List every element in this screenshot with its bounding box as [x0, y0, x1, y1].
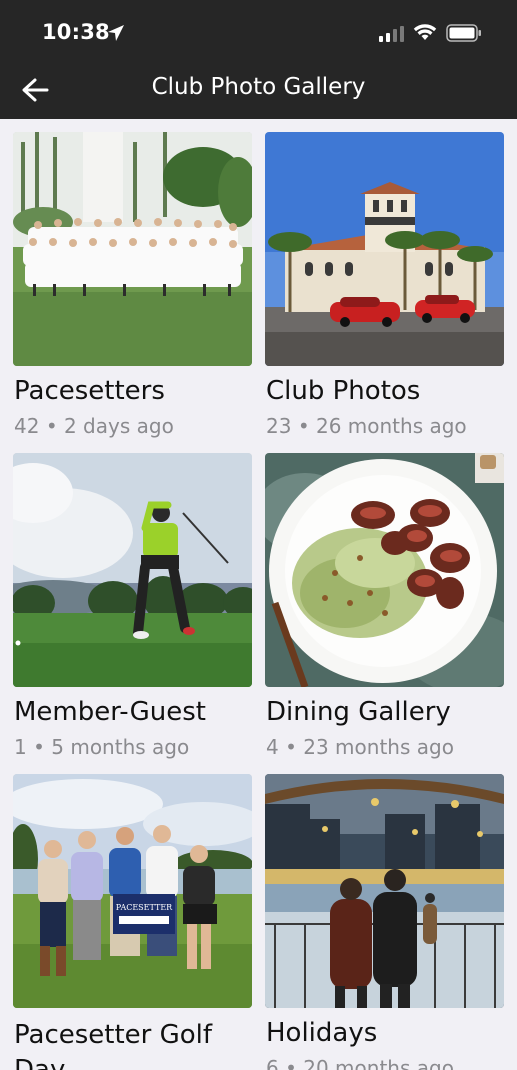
album-thumbnail [13, 132, 252, 366]
album-updated: 20 months ago [303, 1056, 454, 1070]
album-meta: 23 • 26 months ago [266, 414, 467, 438]
photo-count: 23 [266, 414, 292, 438]
photo-count: 42 [14, 414, 40, 438]
album-title: Club Photos [266, 376, 421, 406]
album-updated: 2 days ago [63, 414, 174, 438]
meta-separator: • [45, 414, 58, 438]
album-title: Member-Guest [14, 697, 206, 727]
golf-group-photo-image: PACESETTER [13, 774, 252, 1008]
golfer-swing-image [13, 453, 252, 687]
album-thumbnail: PACESETTER [13, 774, 252, 1008]
album-updated: 26 months ago [315, 414, 467, 438]
photo-count: 6 [266, 1056, 279, 1070]
album-meta: 42 • 2 days ago [14, 414, 174, 438]
meta-separator: • [297, 414, 310, 438]
banner-text: PACESETTER [116, 903, 173, 912]
album-title: Holidays [266, 1018, 378, 1048]
album-meta: 6 • 20 months ago [266, 1056, 454, 1070]
album-updated: 5 months ago [51, 735, 190, 759]
album-grid: Pacesetters 42 • 2 days ago Club Photos … [0, 119, 517, 1070]
photo-count: 4 [266, 735, 279, 759]
album-thumbnail [265, 132, 504, 366]
meta-separator: • [285, 1056, 297, 1070]
album-title: Pacesetters [14, 376, 165, 406]
album-thumbnail [265, 453, 504, 687]
group-photo-image [13, 132, 252, 366]
top-bar: 10:38 Club Photo Gallery [0, 0, 517, 119]
status-time: 10:38 [42, 20, 110, 44]
location-arrow-icon [108, 25, 124, 41]
album-updated: 23 months ago [303, 735, 454, 759]
album-title: Pacesetter Golf Day [14, 1020, 213, 1070]
clubhouse-photo-image [265, 132, 504, 366]
steak-salad-image [265, 453, 504, 687]
photo-count: 1 [14, 735, 27, 759]
album-meta: 4 • 23 months ago [266, 735, 454, 759]
wifi-icon [413, 24, 437, 40]
page-title: Club Photo Gallery [151, 74, 366, 100]
album-thumbnail [265, 774, 504, 1008]
meta-separator: • [33, 735, 45, 759]
cellular-signal-icon [379, 26, 404, 42]
album-title: Dining Gallery [266, 697, 451, 727]
meta-separator: • [285, 735, 297, 759]
album-meta: 1 • 5 months ago [14, 735, 189, 759]
album-thumbnail [13, 453, 252, 687]
battery-icon [446, 24, 481, 42]
holiday-skating-image [265, 774, 504, 1008]
